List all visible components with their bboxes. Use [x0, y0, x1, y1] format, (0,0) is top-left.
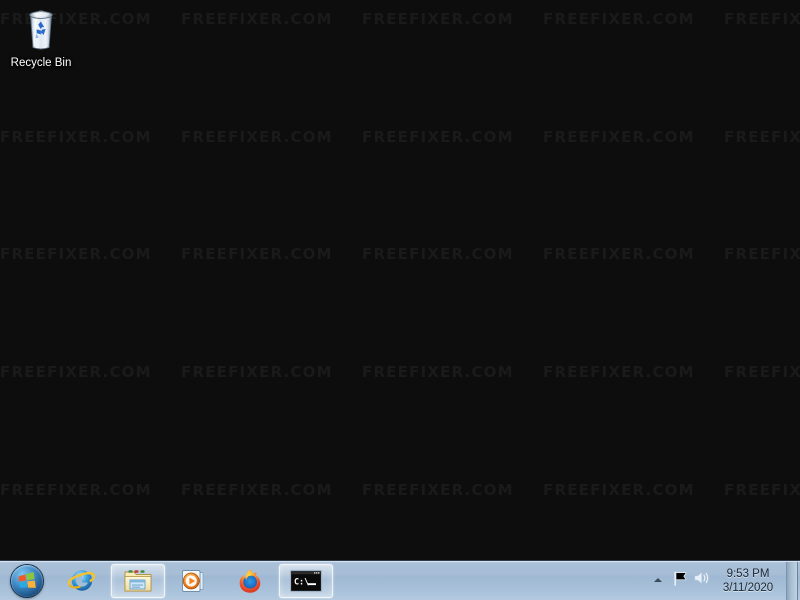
taskbar-button-windows-media-player[interactable]: [167, 564, 221, 598]
system-tray[interactable]: 9:53 PM 3/11/2020: [647, 561, 800, 600]
internet-explorer-icon: [67, 566, 97, 596]
watermark-text: FREEFIXER.COM: [724, 10, 800, 28]
taskbar-empty-area[interactable]: [334, 561, 647, 600]
watermark-text: FREEFIXER.COM: [543, 10, 695, 28]
clock[interactable]: 9:53 PM 3/11/2020: [713, 562, 783, 600]
watermark-text: FREEFIXER.COM: [0, 128, 152, 146]
watermark-text: FREEFIXER.COM: [181, 128, 333, 146]
show-hidden-icons-button[interactable]: [647, 568, 669, 594]
firefox-icon: [236, 567, 264, 595]
watermark-text: FREEFIXER.COM: [362, 128, 514, 146]
volume-button[interactable]: [691, 568, 713, 594]
command-prompt-icon: C:\: [289, 568, 323, 594]
show-desktop-button[interactable]: [786, 561, 798, 600]
flag-icon: [672, 570, 689, 592]
watermark-text: FREEFIXER.COM: [724, 363, 800, 381]
watermark-text: FREEFIXER.COM: [362, 481, 514, 499]
desktop-icon-recycle-bin[interactable]: Recycle Bin: [8, 6, 74, 70]
watermark-text: FREEFIXER.COM: [181, 363, 333, 381]
taskbar[interactable]: C:\ 9:53 PM 3/11/2020: [0, 560, 800, 600]
watermark-text: FREEFIXER.COM: [0, 363, 152, 381]
desktop[interactable]: FREEFIXER.COM FREEFIXER.COM FREEFIXER.COM F…: [0, 0, 800, 600]
watermark-text: FREEFIXER.COM: [181, 481, 333, 499]
media-player-icon: [180, 568, 208, 594]
watermark-text: FREEFIXER.COM: [724, 481, 800, 499]
watermark-text: FREEFIXER.COM: [0, 481, 152, 499]
watermark-text: FREEFIXER.COM: [181, 245, 333, 263]
watermark-text: FREEFIXER.COM: [543, 363, 695, 381]
watermark-text: FREEFIXER.COM: [362, 10, 514, 28]
chevron-up-icon: [652, 572, 664, 590]
speaker-icon: [693, 570, 711, 591]
clock-time: 9:53 PM: [726, 567, 770, 580]
watermark-text: FREEFIXER.COM: [543, 128, 695, 146]
watermark-text: FREEFIXER.COM: [362, 363, 514, 381]
watermark-layer: FREEFIXER.COM FREEFIXER.COM FREEFIXER.COM F…: [0, 0, 800, 600]
watermark-text: FREEFIXER.COM: [181, 10, 333, 28]
watermark-text: FREEFIXER.COM: [543, 245, 695, 263]
watermark-text: FREEFIXER.COM: [0, 245, 152, 263]
watermark-text: FREEFIXER.COM: [543, 481, 695, 499]
watermark-text: FREEFIXER.COM: [724, 245, 800, 263]
action-center-button[interactable]: [669, 568, 691, 594]
clock-date: 3/11/2020: [722, 581, 774, 594]
start-button[interactable]: [0, 562, 54, 600]
taskbar-button-windows-explorer[interactable]: [111, 563, 165, 598]
taskbar-button-firefox[interactable]: [223, 564, 277, 598]
watermark-text: FREEFIXER.COM: [724, 128, 800, 146]
taskbar-buttons[interactable]: C:\: [54, 561, 334, 600]
folder-icon: [123, 567, 153, 595]
recycle-bin-icon: [20, 6, 62, 52]
watermark-text: FREEFIXER.COM: [362, 245, 514, 263]
svg-text:C:\: C:\: [294, 576, 309, 586]
taskbar-button-internet-explorer[interactable]: [55, 564, 109, 598]
desktop-icon-label: Recycle Bin: [10, 57, 72, 69]
windows-orb-icon: [11, 564, 43, 597]
taskbar-button-command-prompt[interactable]: C:\: [279, 563, 333, 598]
